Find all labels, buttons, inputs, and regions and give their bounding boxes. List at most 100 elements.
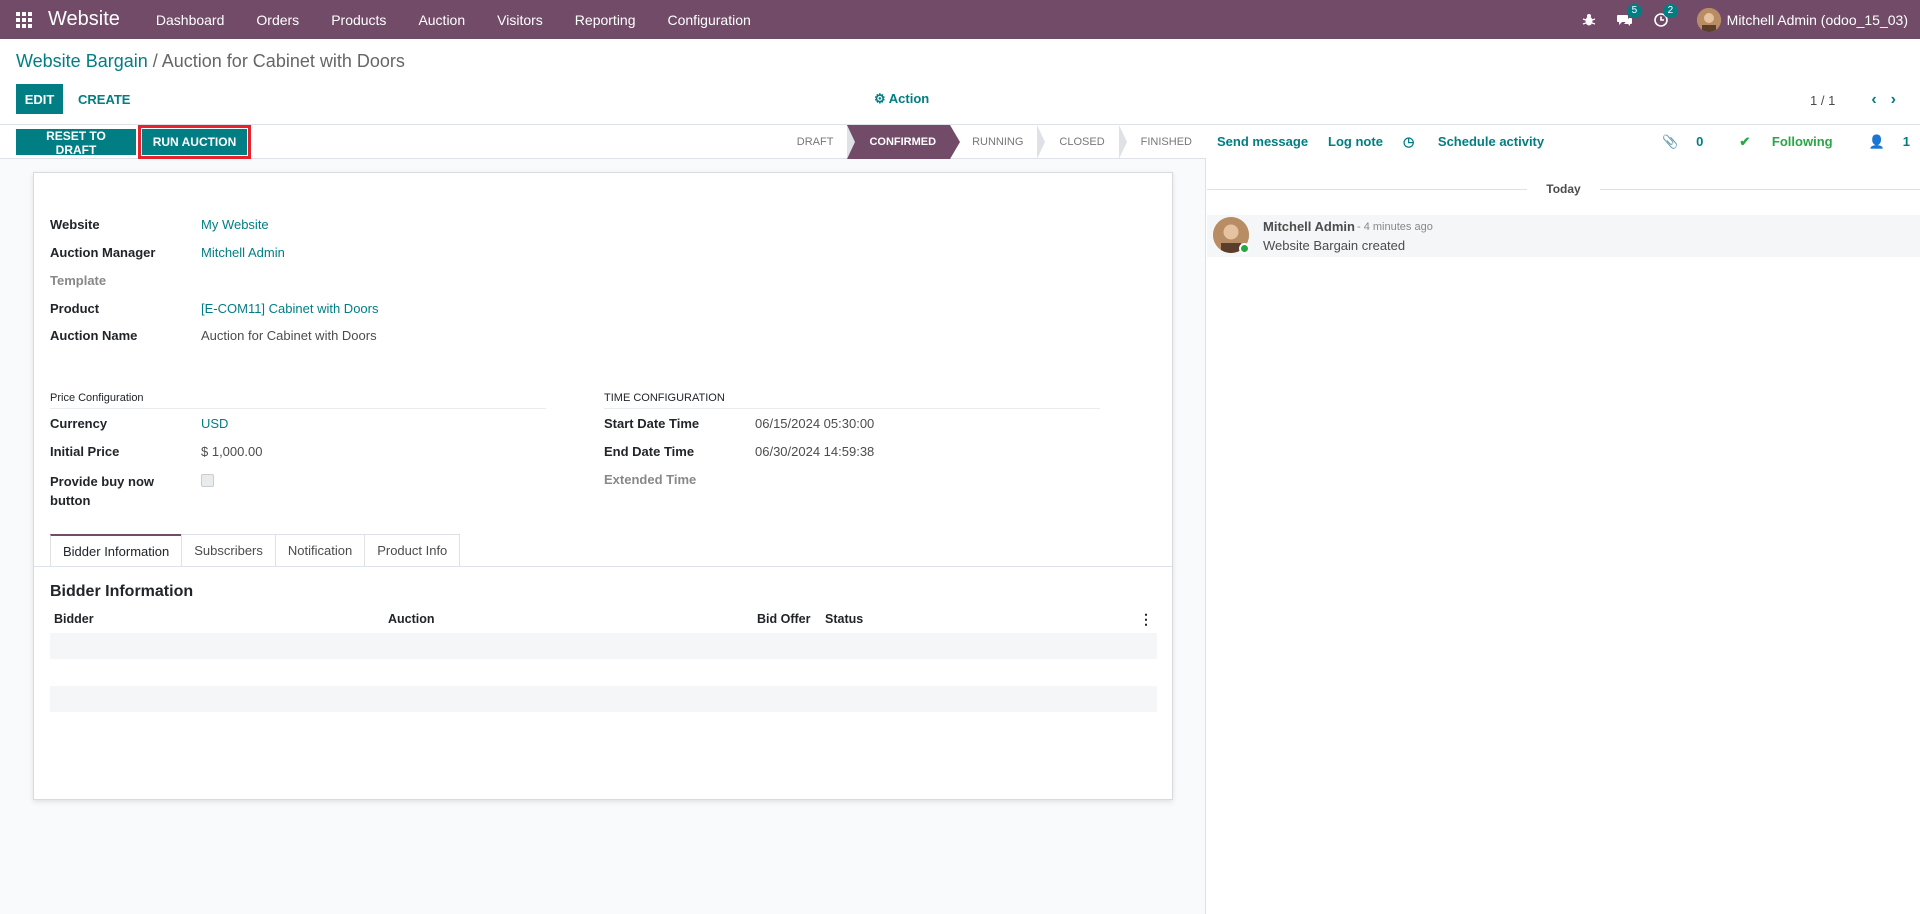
action-menu[interactable]: ⚙ Action [874,91,929,107]
column-options-icon[interactable]: ⋮ [1139,611,1153,628]
avatar [1696,7,1721,32]
currency-field: Currency USD [50,416,228,431]
column-auction[interactable]: Auction [388,612,435,626]
stage-draft[interactable]: DRAFT [775,125,856,159]
message-author[interactable]: Mitchell Admin [1263,219,1355,234]
today-label: Today [1546,182,1581,196]
online-status-icon [1239,243,1250,254]
create-button[interactable]: CREATE [68,84,140,114]
statusbar: RESET TO DRAFT RUN AUCTION DRAFT CONFIRM… [0,125,1206,159]
end-date-value: 06/30/2024 14:59:38 [755,444,875,459]
paperclip-icon: 📎 [1661,134,1679,149]
stage-closed[interactable]: CLOSED [1037,125,1127,159]
clock-icon: ◷ [1402,134,1415,149]
menu-orders[interactable]: Orders [240,12,315,28]
user-menu[interactable]: Mitchell Admin (odoo_15_03) [1679,7,1920,32]
menu-visitors[interactable]: Visitors [481,12,559,28]
chatter-message: Mitchell Admin - 4 minutes ago Website B… [1207,215,1920,257]
top-navbar: Website Dashboard Orders Products Auctio… [0,0,1920,39]
schedule-activity-button[interactable]: ◷ Schedule activity [1403,134,1564,150]
user-icon: 👤 [1868,134,1885,149]
breadcrumb-parent[interactable]: Website Bargain [16,51,148,71]
form-area: RESET TO DRAFT RUN AUCTION DRAFT CONFIRM… [0,125,1206,914]
attachments-count: 0 [1696,134,1704,149]
activity-badge: 2 [1662,4,1679,18]
menu-products[interactable]: Products [315,12,402,28]
chevron-right-icon[interactable]: › [1891,91,1896,109]
column-status[interactable]: Status [825,612,863,626]
pager: 1 / 1 ‹ › [1810,91,1896,109]
extended-time-field: Extended Time [604,472,755,487]
auction-name-value: Auction for Cabinet with Doors [201,328,377,343]
initial-price-field: Initial Price $ 1,000.00 [50,444,262,459]
extended-time-label: Extended Time [604,472,697,487]
send-message-button[interactable]: Send message [1217,134,1308,150]
manager-field: Auction Manager Mitchell Admin [50,245,285,260]
website-field: Website My Website [50,217,269,232]
stage-finished[interactable]: FINISHED [1119,125,1206,159]
check-icon: ✔ [1739,134,1751,149]
following-button[interactable]: ✔ Following [1721,134,1832,150]
run-auction-button[interactable]: RUN AUCTION [138,125,251,159]
end-date-field: End Date Time 06/30/2024 14:59:38 [604,444,874,459]
currency-label: Currency [50,416,108,431]
stage-confirmed[interactable]: CONFIRMED [847,125,960,159]
tab-divider [34,566,1172,567]
end-date-label: End Date Time [604,444,695,459]
reset-to-draft-button[interactable]: RESET TO DRAFT [16,129,136,157]
buy-now-checkbox[interactable] [201,474,214,487]
menu-reporting[interactable]: Reporting [559,12,652,28]
column-bidder[interactable]: Bidder [54,612,94,626]
message-time: - 4 minutes ago [1357,221,1433,233]
schedule-activity-label: Schedule activity [1437,134,1545,149]
activity-clock-icon[interactable]: 2 [1643,0,1679,39]
currency-value[interactable]: USD [201,416,228,431]
app-brand[interactable]: Website [48,8,140,31]
price-config-title: Price Configuration [50,392,546,409]
manager-value[interactable]: Mitchell Admin [201,245,285,260]
chat-icon[interactable]: 5 [1607,0,1643,39]
form-sheet: Website My Website Auction Manager Mitch… [33,172,1173,800]
edit-button[interactable]: EDIT [16,84,63,114]
buy-now-field: Provide buy now button [50,472,214,510]
template-label: Template [50,273,107,288]
attachments-button[interactable]: 📎 0 [1644,134,1703,150]
table-row [50,686,1157,712]
action-label: Action [888,91,930,106]
pager-value[interactable]: 1 / 1 [1810,93,1835,108]
apps-menu-icon[interactable] [0,0,48,39]
chat-badge: 5 [1626,4,1643,18]
log-note-button[interactable]: Log note [1328,134,1383,150]
menu-configuration[interactable]: Configuration [652,12,767,28]
stage-running[interactable]: RUNNING [950,125,1046,159]
buy-now-label-line1: Provide buy now [50,474,155,489]
tab-notification[interactable]: Notification [274,534,366,566]
user-name: Mitchell Admin (odoo_15_03) [1726,11,1908,28]
tab-subscribers[interactable]: Subscribers [181,534,276,566]
bug-icon[interactable] [1571,0,1607,39]
menu-dashboard[interactable]: Dashboard [140,12,241,28]
template-field: Template [50,273,201,288]
bidder-information-title: Bidder Information [50,583,194,600]
table-row [50,633,1157,659]
followers-button[interactable]: 👤 1 [1851,134,1910,150]
breadcrumb: Website Bargain / Auction for Cabinet wi… [16,51,405,72]
product-field: Product [E-COM11] Cabinet with Doors [50,301,379,316]
chevron-left-icon[interactable]: ‹ [1871,91,1876,109]
menu-auction[interactable]: Auction [402,12,481,28]
following-label: Following [1771,134,1833,149]
start-date-label: Start Date Time [604,416,700,431]
breadcrumb-separator: / [147,51,162,71]
product-label: Product [50,301,100,316]
tab-product-info[interactable]: Product Info [364,534,461,566]
column-bid-offer[interactable]: Bid Offer [757,612,810,626]
buy-now-label: Provide buy now button [50,472,201,510]
start-date-value: 06/15/2024 05:30:00 [755,416,875,431]
auction-name-label: Auction Name [50,328,138,343]
control-panel: Website Bargain / Auction for Cabinet wi… [0,39,1920,125]
product-value[interactable]: [E-COM11] Cabinet with Doors [201,301,379,316]
tab-bidder-information[interactable]: Bidder Information [50,534,183,566]
website-value[interactable]: My Website [201,217,269,232]
manager-label: Auction Manager [50,245,156,260]
today-separator: Today [1207,182,1920,196]
